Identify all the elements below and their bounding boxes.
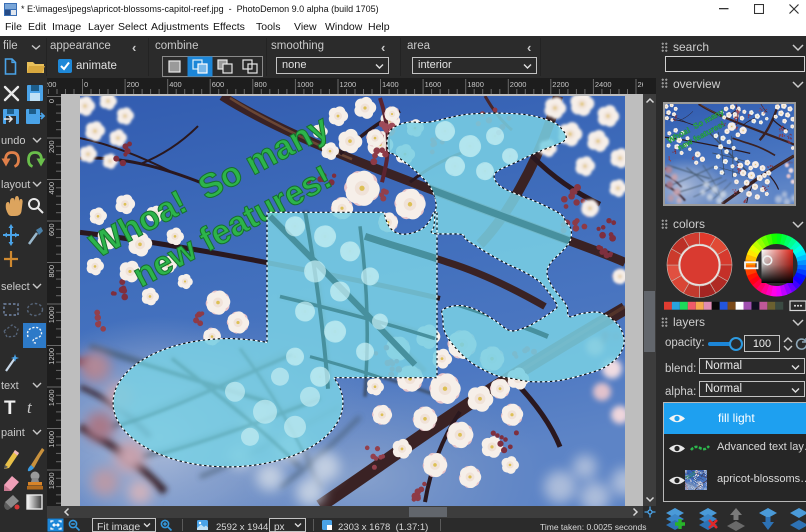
svg-text:T: T	[4, 398, 16, 419]
svg-text:undo: undo	[1, 135, 25, 147]
svg-text:0: 0	[84, 80, 88, 89]
svg-text:200: 200	[47, 141, 56, 154]
svg-text:2400: 2400	[595, 80, 612, 89]
svg-text:layout: layout	[1, 179, 30, 191]
svg-text:1400: 1400	[47, 390, 56, 407]
svg-text:text: text	[1, 380, 19, 392]
svg-text:1800: 1800	[467, 80, 484, 89]
svg-text:600: 600	[47, 224, 56, 237]
svg-text:1000: 1000	[297, 80, 314, 89]
svg-text:600: 600	[212, 80, 225, 89]
svg-text:1600: 1600	[47, 431, 56, 448]
svg-text:1200: 1200	[340, 80, 357, 89]
svg-text:2600: 2600	[638, 80, 644, 89]
svg-text:2000: 2000	[510, 80, 527, 89]
svg-text:400: 400	[169, 80, 182, 89]
svg-text:800: 800	[47, 265, 56, 278]
svg-text:0: 0	[47, 99, 56, 103]
svg-text:400: 400	[47, 182, 56, 195]
svg-text:-200: -200	[47, 80, 56, 89]
svg-text:1600: 1600	[425, 80, 442, 89]
svg-text:800: 800	[254, 80, 267, 89]
svg-text:1400: 1400	[382, 80, 399, 89]
svg-text:paint: paint	[1, 427, 25, 439]
svg-text:2200: 2200	[552, 80, 569, 89]
svg-text:1800: 1800	[47, 473, 56, 490]
svg-text:select: select	[1, 281, 30, 293]
svg-text:t: t	[27, 398, 33, 417]
svg-text:1000: 1000	[47, 307, 56, 324]
svg-text:200: 200	[127, 80, 140, 89]
svg-text:1200: 1200	[47, 348, 56, 365]
